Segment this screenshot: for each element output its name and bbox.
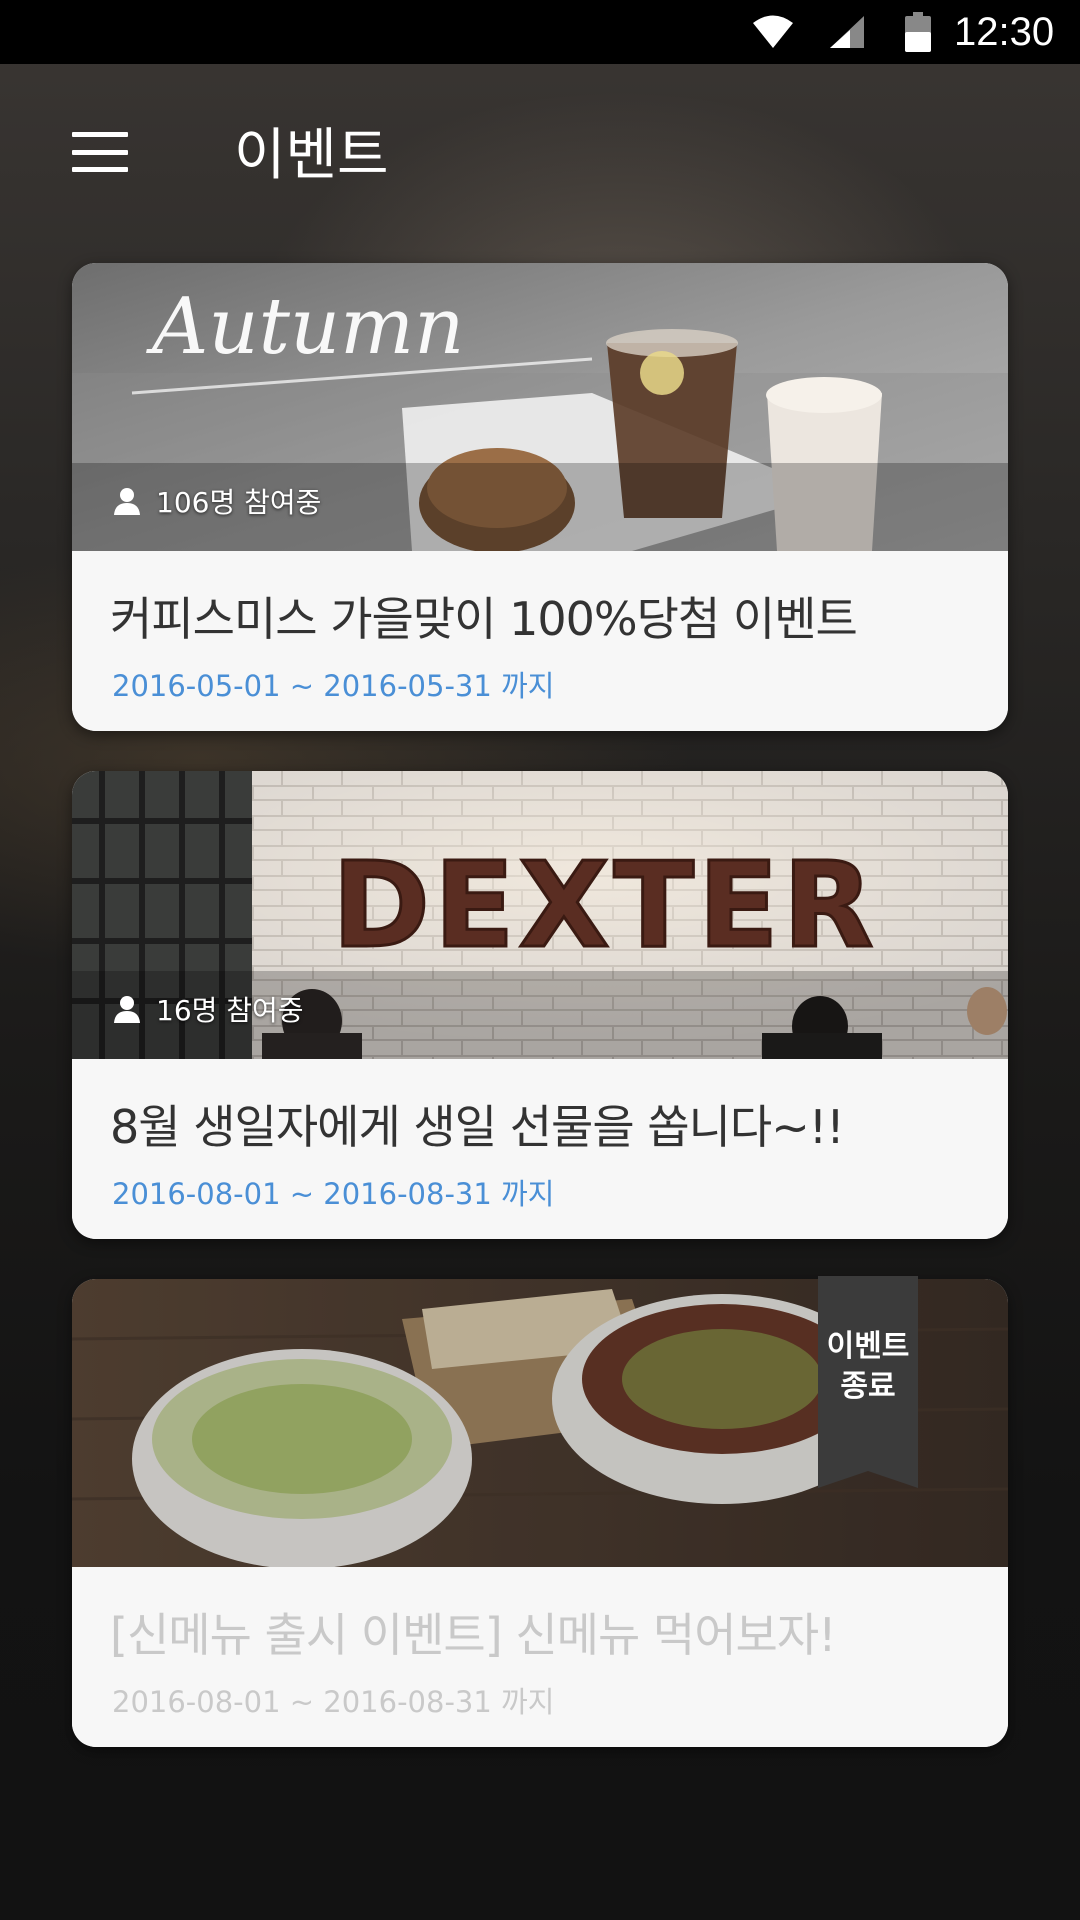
clock: 12:30: [954, 10, 1055, 54]
menu-line: [72, 167, 128, 172]
event-card-dexter[interactable]: DEXTER 16명 참여중 8월 생일자에게 생일 선물을 쏩니다~!! 20…: [72, 771, 1008, 1239]
status-bar: 12:30: [0, 0, 1080, 64]
participant-text: 16명 참여중: [156, 994, 304, 1027]
participant-text: 106명 참여중: [156, 486, 322, 519]
menu-line: [72, 149, 128, 155]
event-info: 8월 생일자에게 생일 선물을 쏩니다~!! 2016-08-01 ~ 2016…: [72, 1059, 1008, 1239]
menu-line: [72, 132, 128, 137]
app-bar: 이벤트: [0, 64, 1080, 232]
ended-label-line1: 이벤트: [826, 1329, 910, 1364]
page-title: 이벤트: [234, 123, 389, 188]
event-title: 커피스미스 가을맞이 100%당첨 이벤트: [110, 592, 858, 646]
participant-count: 16명 참여중: [112, 989, 304, 1029]
event-info: 커피스미스 가을맞이 100%당첨 이벤트 2016-05-01 ~ 2016-…: [72, 551, 1008, 731]
event-info: [신메뉴 출시 이벤트] 신메뉴 먹어보자! 2016-08-01 ~ 2016…: [72, 1567, 1008, 1747]
person-icon: [114, 996, 140, 1023]
person-icon: [114, 488, 140, 515]
event-title: [신메뉴 출시 이벤트] 신메뉴 먹어보자!: [110, 1608, 837, 1662]
svg-text:DEXTER: DEXTER: [332, 836, 878, 974]
event-title: 8월 생일자에게 생일 선물을 쏩니다~!!: [110, 1100, 845, 1154]
event-dates: 2016-08-01 ~ 2016-08-31 까지: [112, 1177, 555, 1211]
event-ended-badge: 이벤트 종료: [818, 1276, 918, 1488]
screen: 12:30 이벤트 Autumn 106명 참여중 커피스미스 가을맞이 100…: [0, 0, 1080, 1920]
event-dates: 2016-05-01 ~ 2016-05-31 까지: [112, 669, 555, 703]
wifi-icon: [753, 15, 793, 48]
event-dates: 2016-08-01 ~ 2016-08-31 까지: [112, 1685, 555, 1719]
svg-text:Autumn: Autumn: [146, 282, 464, 372]
hamburger-menu-icon[interactable]: [60, 124, 140, 180]
participant-count: 106명 참여중: [112, 481, 321, 521]
cell-signal-icon: [830, 16, 864, 48]
event-card-autumn[interactable]: Autumn 106명 참여중 커피스미스 가을맞이 100%당첨 이벤트 20…: [72, 263, 1008, 731]
ended-label-line2: 종료: [840, 1369, 896, 1404]
battery-icon: [905, 12, 931, 52]
